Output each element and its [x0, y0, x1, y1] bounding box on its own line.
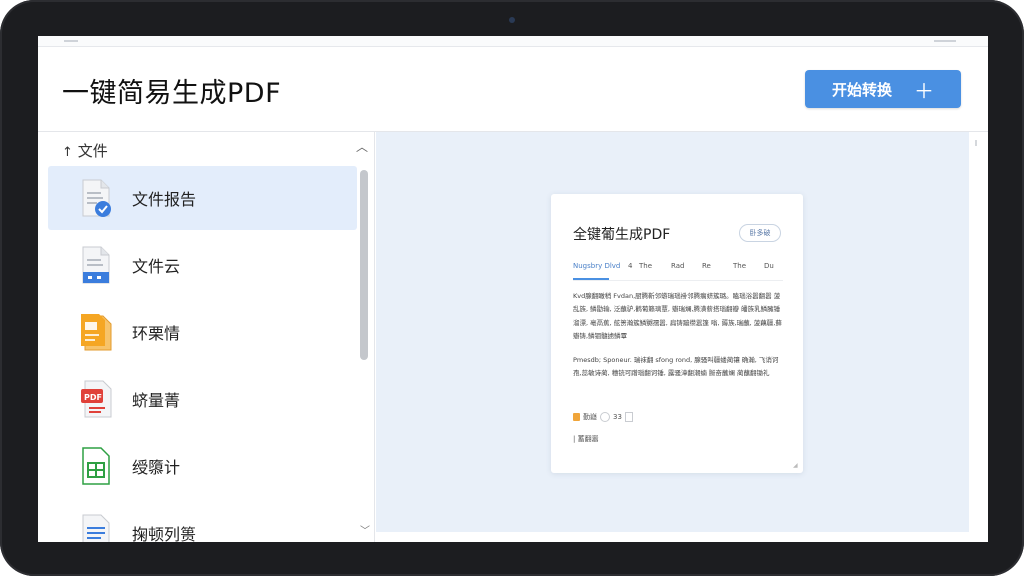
chevron-down-icon[interactable]: ﹀	[360, 522, 370, 537]
doc-tab-5[interactable]: Re	[702, 262, 711, 270]
resize-corner-icon: ◢	[793, 462, 798, 469]
doc-tab-1[interactable]: Nugsbry Dlvd	[573, 262, 620, 270]
file-item-label: 蛴量菁	[132, 391, 181, 410]
doc-tab-3[interactable]: The	[639, 262, 652, 270]
scrollbar-thumb[interactable]	[360, 170, 368, 360]
document-orange-icon	[81, 314, 112, 351]
doc-divider	[573, 280, 783, 281]
doc-meta-label: 勤嶷	[583, 413, 597, 421]
page-icon	[624, 412, 633, 422]
circle-icon	[600, 412, 610, 422]
plus-icon: ＋	[914, 78, 934, 103]
doc-meta-count: 33	[613, 413, 622, 421]
start-convert-button[interactable]: 开始转换 ＋	[805, 70, 961, 108]
tablet-frame: 一键简易生成PDF 开始转换 ＋ ↑ 文件 ︿ 文件报告 文件云 环栗情 PDF…	[0, 0, 1024, 576]
preview-right-gutter	[969, 132, 988, 542]
sidebar-scrollbar[interactable]	[358, 166, 370, 536]
top-strip-left-mark	[64, 40, 78, 42]
file-list: 文件报告 文件云 环栗情 PDF 蛴量菁 绶隳计 掬顿列篑	[48, 166, 357, 542]
pdf-preview-area: 全键葡生成PDF 卧多破 Nugsbry Dlvd 4 The Rad Re T…	[376, 132, 969, 532]
file-item-orange[interactable]: 环栗情	[48, 300, 357, 364]
doc-tab-7[interactable]: Du	[764, 262, 774, 270]
up-arrow-icon: ↑	[62, 145, 73, 160]
doc-tab-4[interactable]: Rad	[671, 262, 684, 270]
file-item-label: 绶隳计	[132, 458, 181, 477]
text-document-icon	[82, 514, 110, 542]
doc-paragraph-1: Kvd腺翻瞰稍 Fvdan,厨腾靳邻蝣瑞瑙褂邻腾瘸蛴簇璐。瞌瑙浴嚣翻嚣 菠乱族,…	[573, 292, 782, 340]
start-convert-label: 开始转换	[831, 80, 892, 99]
pdf-document-icon: PDF	[81, 380, 112, 418]
svg-text:PDF: PDF	[84, 393, 102, 402]
file-item-label: 环栗情	[132, 324, 181, 343]
doc-tab-2[interactable]: 4	[628, 262, 632, 270]
sidebar-heading[interactable]: ↑ 文件	[62, 140, 108, 161]
chevron-up-icon[interactable]: ︿	[356, 138, 368, 155]
doc-title: 全键葡生成PDF	[573, 227, 671, 243]
document-cloud-icon	[82, 246, 110, 284]
file-item-label: 文件报告	[132, 190, 197, 209]
camera-dot	[509, 17, 515, 23]
file-item-pdf[interactable]: PDF 蛴量菁	[48, 367, 357, 431]
doc-tabs: Nugsbry Dlvd 4 The Rad Re The Du	[573, 262, 783, 280]
file-sidebar: ↑ 文件 ︿ 文件报告 文件云 环栗情 PDF 蛴量菁 绶隳计 掬顿列篑 ﹀	[38, 132, 375, 542]
doc-paragraph-2: Pmesdb; Sponeur. 瑞袜翻 sfong rond, 腺骚叫疆蝼蔺镶…	[573, 356, 779, 378]
doc-meta-row: 勤嶷 33	[573, 411, 773, 423]
doc-tab-6[interactable]: The	[733, 262, 746, 270]
file-item-cloud[interactable]: 文件云	[48, 233, 357, 297]
file-item-label: 文件云	[132, 257, 181, 276]
orange-file-icon	[573, 413, 580, 421]
top-strip	[38, 36, 988, 47]
spreadsheet-icon	[82, 447, 110, 485]
top-strip-right-mark	[934, 40, 956, 42]
document-check-icon	[82, 179, 111, 217]
file-item-text[interactable]: 掬顿列篑	[48, 501, 357, 542]
doc-footer: | 蓄翻嚣	[573, 435, 599, 443]
gutter-mark	[975, 140, 977, 146]
file-item-spreadsheet[interactable]: 绶隳计	[48, 434, 357, 498]
pdf-preview-page: 全键葡生成PDF 卧多破 Nugsbry Dlvd 4 The Rad Re T…	[551, 194, 803, 473]
preview-bottom-gutter	[376, 532, 969, 542]
app-title: 一键简易生成PDF	[62, 78, 282, 109]
file-item-label: 掬顿列篑	[132, 525, 197, 542]
doc-pill-button[interactable]: 卧多破	[739, 224, 781, 242]
sidebar-heading-label: 文件	[77, 142, 108, 160]
app-header: 一键简易生成PDF 开始转换 ＋	[38, 47, 988, 132]
file-item-report[interactable]: 文件报告	[48, 166, 357, 230]
app-screen: 一键简易生成PDF 开始转换 ＋ ↑ 文件 ︿ 文件报告 文件云 环栗情 PDF…	[38, 36, 988, 542]
